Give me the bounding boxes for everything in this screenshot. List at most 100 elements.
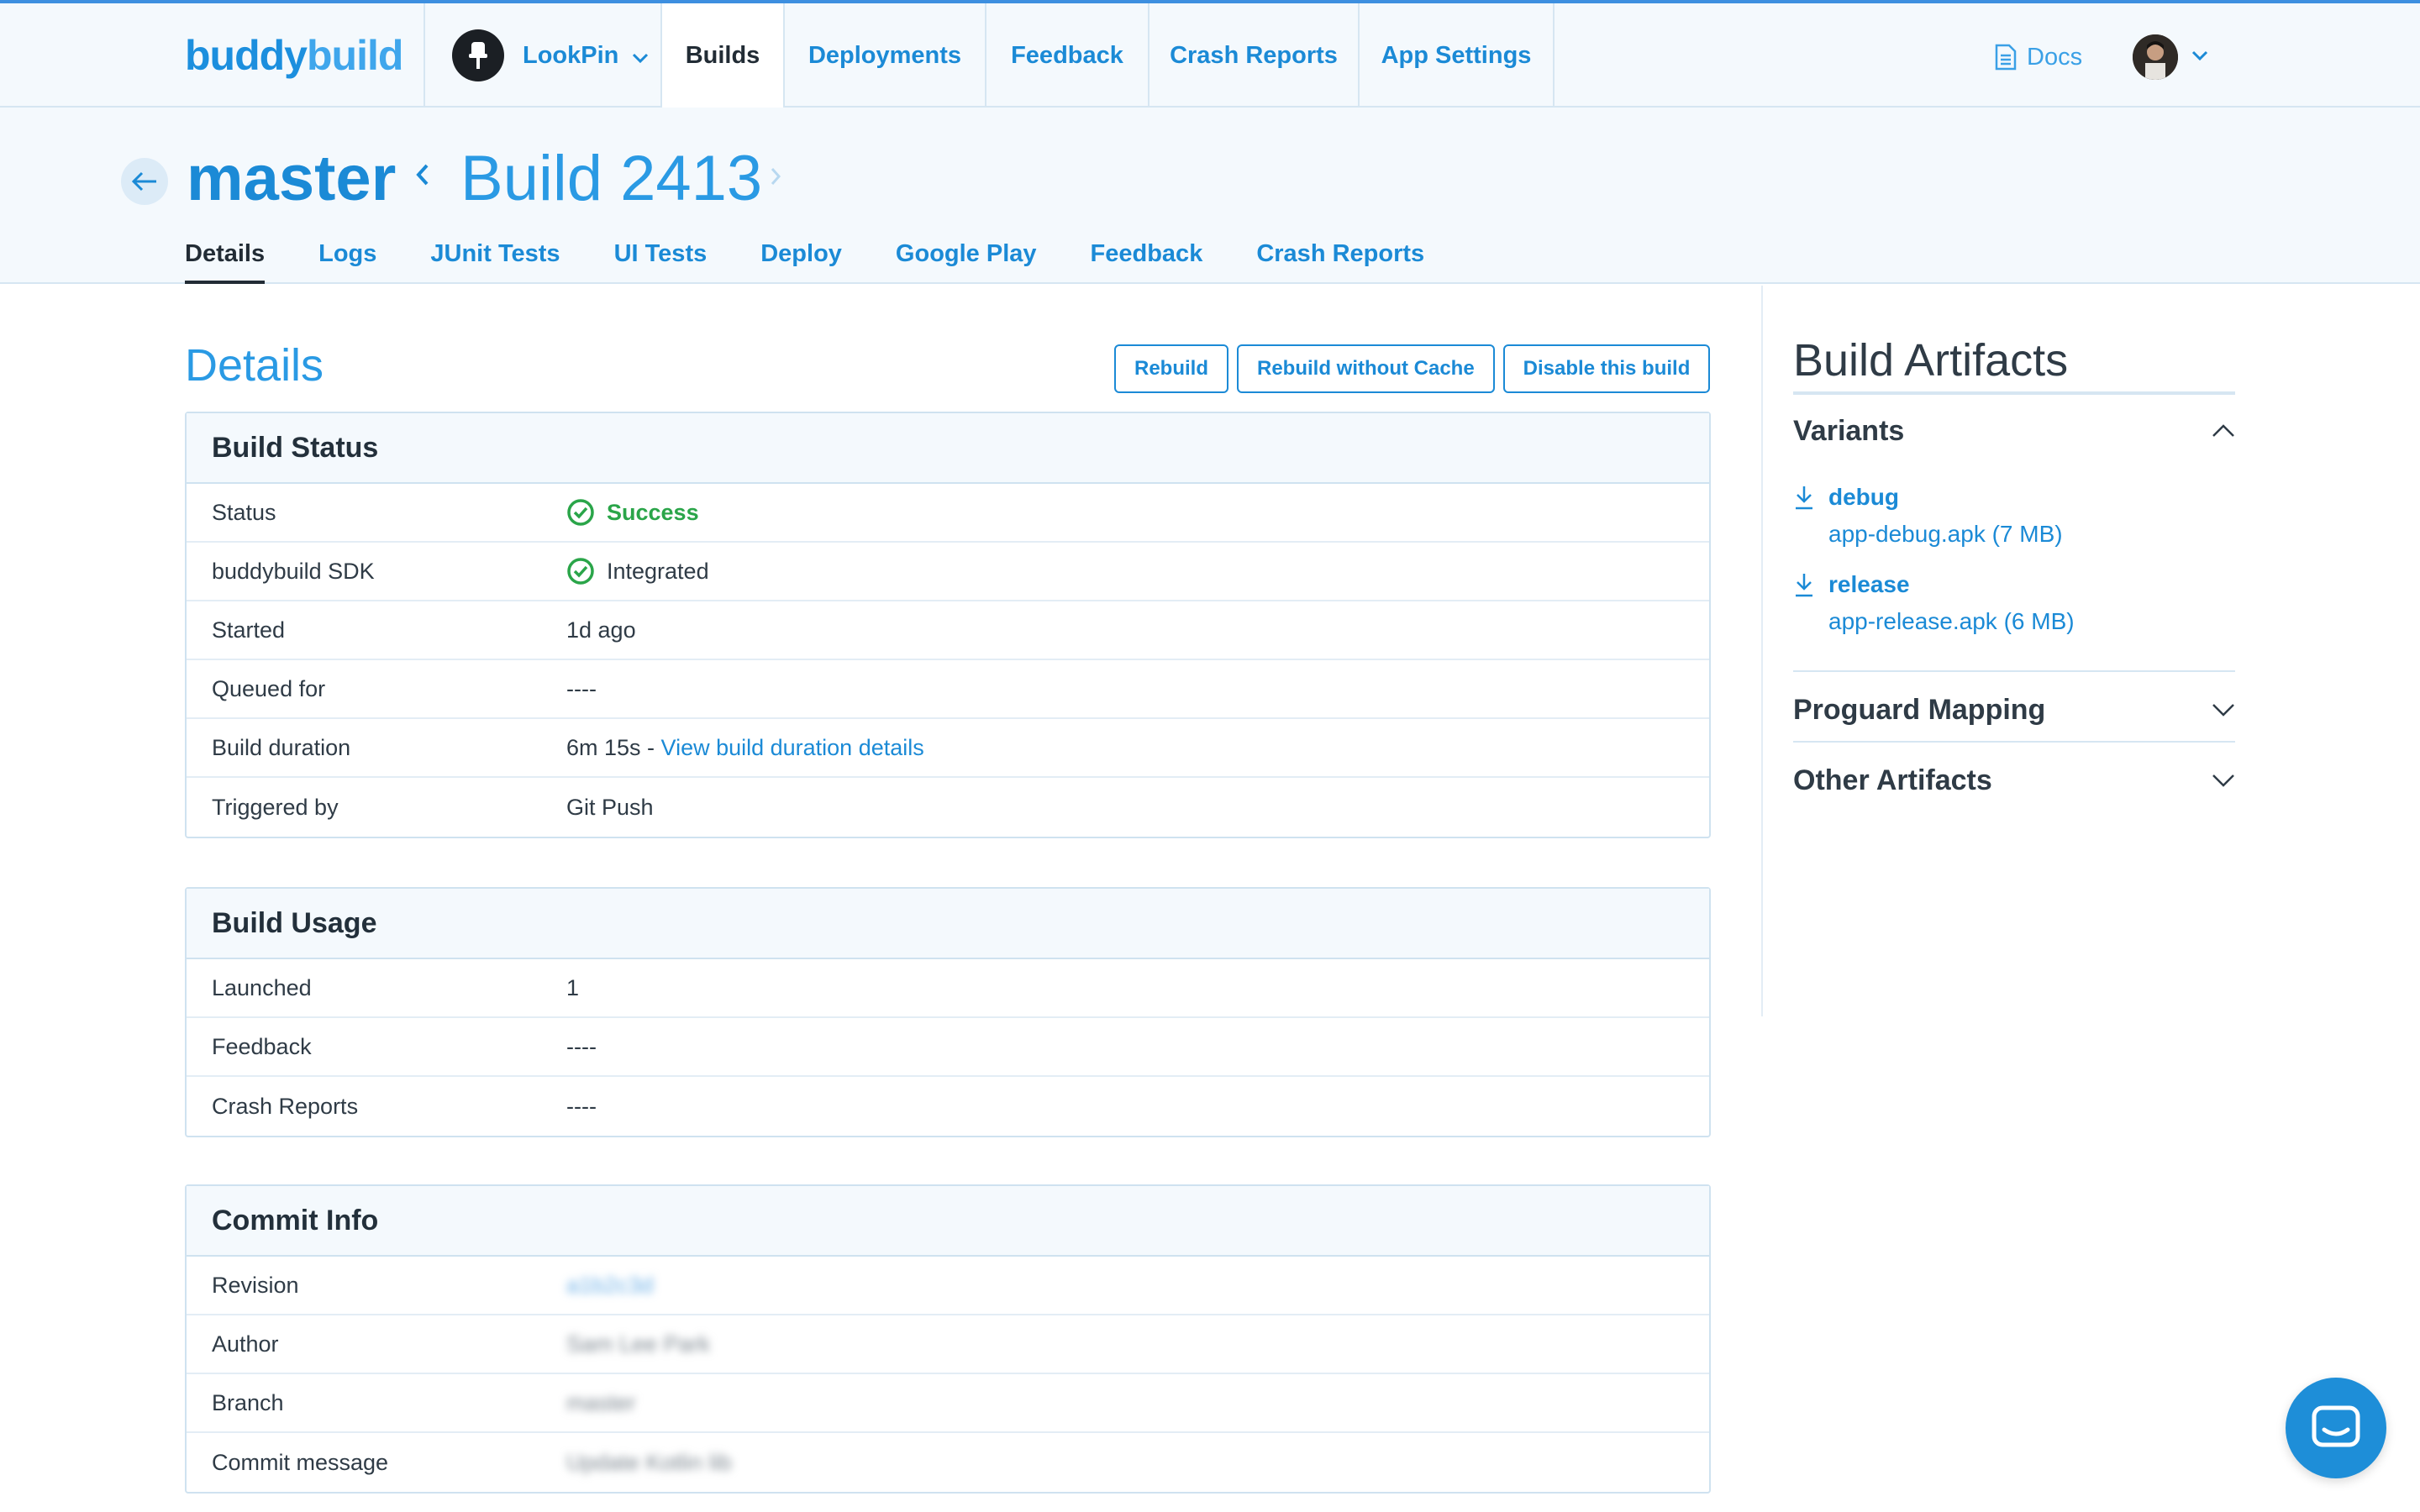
page-title: Build 2413 [460,143,763,214]
chevron-down-icon [2212,774,2234,787]
logo-text-part2: build [306,32,403,79]
status-badge: Success [607,499,699,525]
artifact-file-link[interactable]: app-release.apk (6 MB) [1828,608,2235,635]
chevron-down-icon [632,42,649,70]
row-label: Queued for [212,675,326,701]
document-icon [1995,44,2017,71]
chevron-down-icon [2212,704,2234,717]
chevron-up-icon [2212,424,2234,437]
sidebar-title-underline [1793,391,2235,395]
artifact-file-link[interactable]: app-debug.apk (7 MB) [1828,521,2235,548]
table-row: Commit message Update Kotlin lib [187,1433,1709,1492]
row-label: Author [212,1331,279,1357]
tab-google-play[interactable]: Google Play [896,240,1037,284]
other-artifacts-section-toggle[interactable]: Other Artifacts [1793,759,2235,801]
row-label: Build duration [212,734,351,760]
row-value: 1 [566,974,580,1000]
tab-feedback[interactable]: Feedback [1091,240,1203,284]
table-row: buddybuild SDK Integrated [187,543,1709,601]
table-row: Queued for ---- [187,660,1709,719]
table-row: Branch master [187,1374,1709,1433]
row-value: Integrated [607,558,709,584]
rebuild-button[interactable]: Rebuild [1114,344,1228,393]
docs-link[interactable]: Docs [1995,37,2082,77]
tab-crash-reports[interactable]: Crash Reports [1256,240,1424,284]
panel-title: Build Usage [187,889,1709,959]
proguard-section-toggle[interactable]: Proguard Mapping [1793,689,2235,731]
nav-app-settings[interactable]: App Settings [1358,3,1555,108]
artifact-name: debug [1828,484,1899,510]
commit-revision-link[interactable]: a1b2c3d [566,1273,654,1299]
table-row: Revision a1b2c3d [187,1257,1709,1315]
section-label: Variants [1793,414,1905,447]
row-label: buddybuild SDK [212,558,375,584]
sidebar-title: Build Artifacts [1793,335,2069,386]
build-actions: Rebuild Rebuild without Cache Disable th… [1114,344,1711,393]
chat-launcher-button[interactable] [2286,1378,2386,1478]
artifact-release[interactable]: release app-release.apk (6 MB) [1793,571,2235,635]
row-label: Started [212,617,286,643]
nav-builds[interactable]: Builds [660,3,783,108]
pin-icon [469,42,487,69]
nav-feedback[interactable]: Feedback [985,3,1148,108]
row-label: Revision [212,1272,299,1298]
artifact-debug[interactable]: debug app-debug.apk (7 MB) [1793,484,2235,548]
back-button[interactable] [121,158,168,205]
row-label: Launched [212,974,312,1000]
build-status-panel: Build Status Status Success buddybuild S… [185,412,1711,838]
table-row: Status Success [187,484,1709,543]
chat-icon [2312,1405,2360,1447]
row-label: Commit message [212,1449,389,1475]
row-value: master [566,1389,636,1415]
table-row: Started 1d ago [187,601,1709,660]
buddybuild-logo[interactable]: buddybuild [185,29,403,82]
row-label: Triggered by [212,794,339,820]
tab-junit-tests[interactable]: JUnit Tests [430,240,560,284]
tab-deploy[interactable]: Deploy [760,240,842,284]
row-value: 1d ago [566,617,636,643]
table-row: Build duration 6m 15s - View build durat… [187,719,1709,778]
variants-section-toggle[interactable]: Variants [1793,410,2235,452]
section-label: Proguard Mapping [1793,693,2046,726]
download-icon [1796,574,1812,597]
disable-build-button[interactable]: Disable this build [1502,344,1711,393]
tab-ui-tests[interactable]: UI Tests [614,240,708,284]
branch-title[interactable]: master [187,141,396,217]
row-value: 6m 15s - [566,734,661,760]
row-label: Feedback [212,1033,312,1059]
section-title: Details [185,340,324,391]
user-menu[interactable] [2133,34,2208,81]
avatar [2133,34,2178,80]
section-label: Other Artifacts [1793,764,1992,796]
row-label: Status [212,499,276,525]
check-circle-icon [567,558,594,585]
row-value: Sam Lee Park [566,1331,711,1357]
tab-logs[interactable]: Logs [318,240,376,284]
nav-crash-reports[interactable]: Crash Reports [1148,3,1358,108]
rebuild-without-cache-button[interactable]: Rebuild without Cache [1237,344,1495,393]
arrow-left-icon [131,171,156,192]
app-name: LookPin [523,41,619,69]
section-divider [1793,670,2235,672]
check-circle-icon [567,499,594,526]
docs-label: Docs [2027,43,2083,71]
table-row: Author Sam Lee Park [187,1315,1709,1374]
commit-info-panel: Commit Info Revision a1b2c3d Author Sam … [185,1184,1711,1494]
chevron-left-icon [415,163,430,191]
row-label: Crash Reports [212,1093,359,1119]
logo-text-part1: buddy [185,32,308,79]
nav-deployments[interactable]: Deployments [783,3,985,108]
row-value: ---- [566,1033,597,1059]
download-icon [1796,486,1812,510]
chevron-right-icon[interactable] [770,166,781,191]
row-label: Branch [212,1389,284,1415]
tab-details[interactable]: Details [185,240,266,284]
app-switcher[interactable]: LookPin [424,3,660,108]
table-row: Launched 1 [187,959,1709,1018]
app-avatar [452,29,504,81]
row-value: ---- [566,675,597,701]
table-row: Crash Reports ---- [187,1077,1709,1136]
build-tabs: Details Logs JUnit Tests UI Tests Deploy… [185,240,1478,284]
row-value: ---- [566,1093,597,1119]
build-duration-details-link[interactable]: View build duration details [661,735,924,761]
